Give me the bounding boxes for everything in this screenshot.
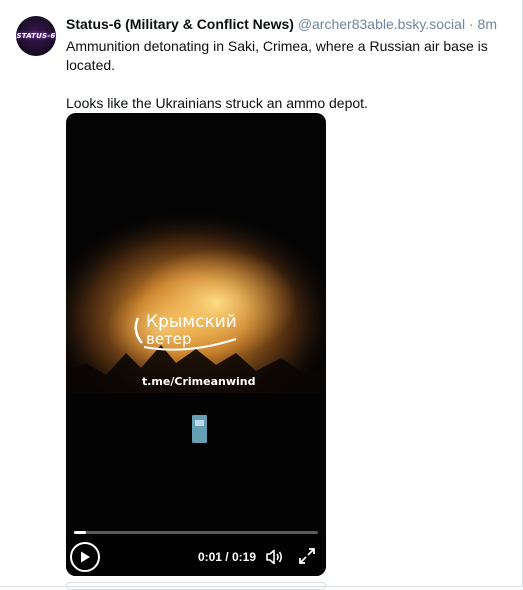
fullscreen-icon[interactable] bbox=[298, 547, 316, 565]
post-text-line: Ammunition detonating in Saki, Crimea, w… bbox=[66, 38, 488, 73]
video-timecode: 0:01 / 0:19 bbox=[197, 550, 256, 564]
watermark-line2: ветер bbox=[146, 330, 192, 348]
video-frame: Крымский ветер t.me/Crimeanwind bbox=[66, 113, 326, 576]
avatar-logo-text: STATUS-6 bbox=[16, 32, 56, 40]
watermark-line1: Крымский bbox=[146, 312, 237, 332]
progress-fill bbox=[74, 531, 87, 534]
play-icon bbox=[81, 551, 90, 563]
post-timestamp[interactable]: 8m bbox=[478, 16, 497, 32]
watermark-url: t.me/Crimeanwind bbox=[142, 375, 255, 388]
next-embed-edge bbox=[66, 582, 326, 590]
post-text-line: Looks like the Ukrainians struck an ammo… bbox=[66, 95, 368, 111]
video-controls: 0:01 / 0:19 bbox=[66, 528, 326, 576]
progress-bar[interactable] bbox=[74, 531, 318, 534]
post-header: Status-6 (Military & Conflict News) @arc… bbox=[66, 15, 511, 33]
author-name[interactable]: Status-6 (Military & Conflict News) bbox=[66, 16, 294, 32]
separator-dot: · bbox=[468, 16, 474, 32]
volume-icon[interactable] bbox=[264, 547, 284, 567]
author-handle[interactable]: @archer83able.bsky.social bbox=[298, 16, 465, 32]
post-card[interactable]: STATUS-6 Status-6 (Military & Conflict N… bbox=[0, 0, 523, 590]
avatar[interactable]: STATUS-6 bbox=[16, 16, 56, 56]
play-button[interactable] bbox=[70, 542, 100, 572]
video-player[interactable]: Крымский ветер t.me/Crimeanwind 0:01 / 0… bbox=[66, 113, 326, 576]
post-text: Ammunition detonating in Saki, Crimea, w… bbox=[66, 37, 511, 113]
